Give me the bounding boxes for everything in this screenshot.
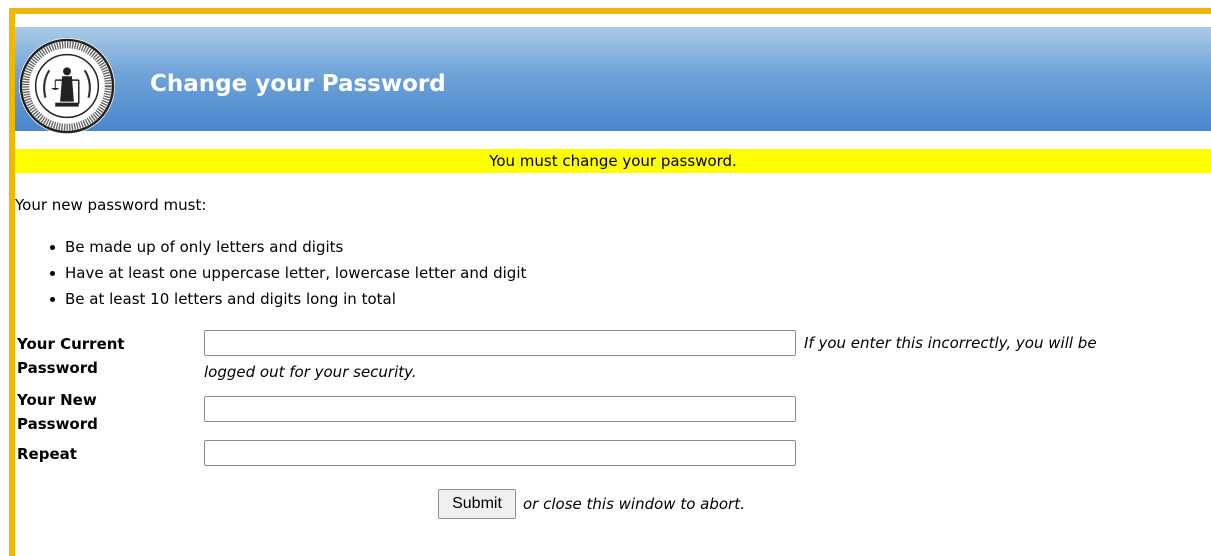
submit-button[interactable]: Submit: [438, 489, 516, 519]
requirement-item: Be at least 10 letters and digits long i…: [45, 286, 526, 312]
county-seal-logo: [18, 37, 116, 135]
repeat-password-label: Repeat: [17, 445, 77, 463]
requirements-list: Be made up of only letters and digits Ha…: [45, 234, 526, 312]
abort-note: or close this window to abort.: [523, 495, 745, 513]
header-banner: Change your Password: [15, 27, 1211, 135]
current-password-field[interactable]: [204, 330, 796, 356]
repeat-password-field[interactable]: [204, 440, 796, 466]
requirement-item: Have at least one uppercase letter, lowe…: [45, 260, 526, 286]
current-password-warning-line2: logged out for your security.: [204, 363, 417, 381]
page-title: Change your Password: [150, 71, 446, 97]
current-password-label: Your Current Password: [17, 335, 125, 377]
requirement-item: Be made up of only letters and digits: [45, 234, 526, 260]
new-password-field[interactable]: [204, 396, 796, 422]
requirements-intro: Your new password must:: [15, 196, 207, 214]
page-content: Change your Password You must change you…: [15, 14, 1211, 556]
current-password-warning-line1: If you enter this incorrectly, you will …: [804, 334, 1097, 352]
new-password-label: Your New Password: [17, 391, 98, 433]
password-expired-alert: You must change your password.: [15, 149, 1211, 173]
